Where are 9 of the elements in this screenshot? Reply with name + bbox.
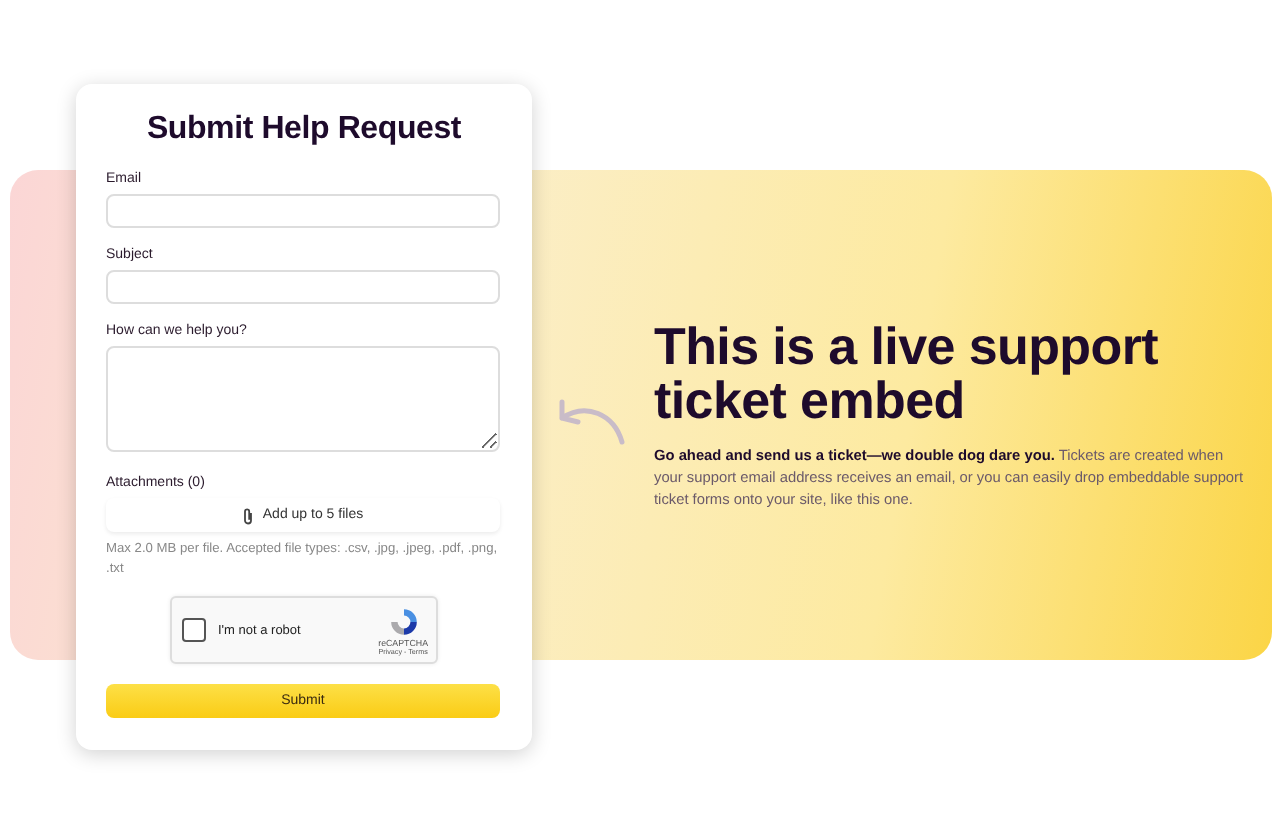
- paperclip-icon: [242, 505, 255, 525]
- input-field[interactable]: [106, 194, 500, 228]
- checkbox[interactable]: [182, 618, 206, 642]
- input-field[interactable]: [106, 270, 500, 304]
- promo-heading: This is a live support ticket embed: [654, 320, 1161, 428]
- recaptcha-icon: [387, 605, 420, 637]
- curved-arrow-icon: [554, 398, 626, 446]
- form-title: Submit Help Request: [144, 112, 464, 148]
- text-area[interactable]: [106, 346, 500, 452]
